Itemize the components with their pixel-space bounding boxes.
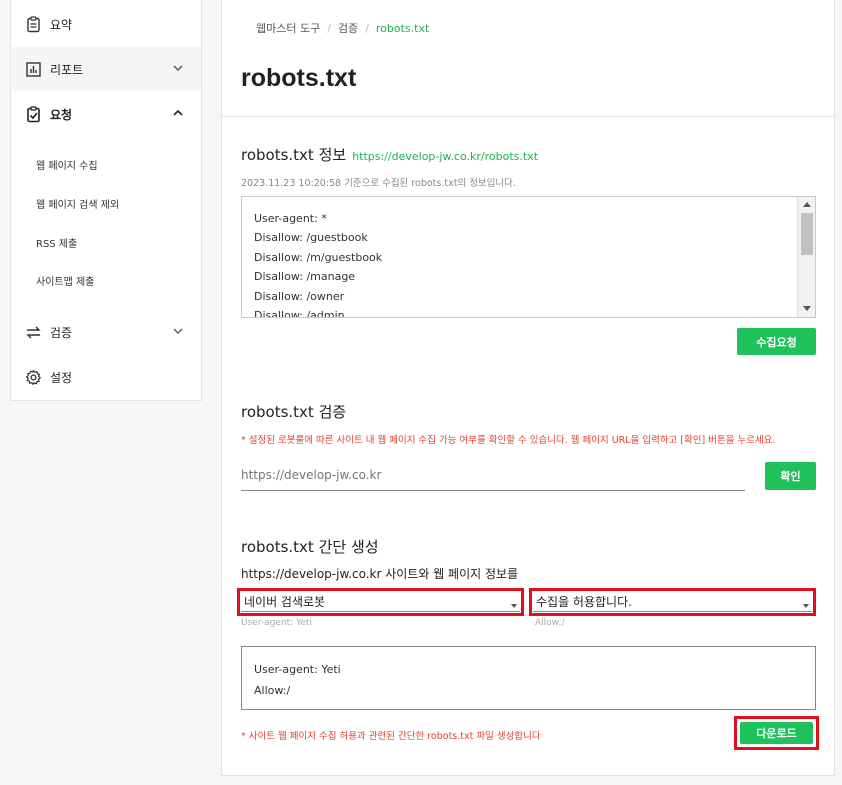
- verify-url-input[interactable]: [241, 460, 745, 491]
- sidebar-item-report[interactable]: 리포트: [11, 47, 201, 91]
- sidebar-item-label: 검증: [50, 325, 73, 340]
- generated-lines: User-agent: Yeti Allow:/: [254, 659, 341, 701]
- collect-request-button[interactable]: 수집요청: [737, 328, 816, 355]
- generate-description: https://develop-jw.co.kr 사이트와 웹 페이지 정보를: [241, 567, 519, 581]
- robots-content-box[interactable]: User-agent: * Disallow: /guestbook Disal…: [241, 196, 816, 318]
- robots-line: Disallow: /m/guestbook: [254, 250, 383, 264]
- robots-url-link[interactable]: https://develop-jw.co.kr/robots.txt: [352, 150, 538, 163]
- info-section-title: robots.txt 정보 https://develop-jw.co.kr/ro…: [241, 144, 538, 165]
- clipboard-check-icon: [25, 105, 42, 123]
- download-highlight: 다운로드: [734, 716, 819, 750]
- download-button[interactable]: 다운로드: [740, 722, 813, 744]
- generate-warning: * 사이트 웹 페이지 수집 허용과 관련된 간단한 robots.txt 파일…: [241, 731, 541, 742]
- main-panel: 웹마스터 도구 / 검증 / robots.txt robots.txt robots.…: [221, 0, 835, 776]
- verify-warning: * 설정된 로봇룰에 따른 사이트 내 웹 페이지 수집 가능 여부를 확인할 …: [241, 435, 776, 446]
- robots-line: Disallow: /manage: [254, 270, 356, 284]
- sidebar-item-summary[interactable]: 요약: [11, 2, 201, 46]
- dropdown-arrow-icon: [803, 604, 809, 608]
- robots-line: User-agent: *: [254, 212, 327, 225]
- breadcrumb-current: robots.txt: [375, 22, 430, 35]
- chevron-down-icon: [173, 328, 183, 334]
- info-meta: 2023.11.23 10:20:58 기준으로 수집된 robots.txt의…: [241, 178, 516, 189]
- dropdown-arrow-icon: [511, 604, 517, 608]
- verify-section-title: robots.txt 검증: [241, 403, 347, 421]
- robots-line: Disallow: /guestbook: [254, 231, 368, 245]
- robots-scrollbar[interactable]: [797, 197, 815, 317]
- robots-line: Disallow: /owner: [254, 289, 345, 303]
- swap-arrows-icon: [25, 324, 42, 341]
- allow-select-value: 수집을 허용합니다.: [533, 592, 812, 612]
- sidebar-item-verify[interactable]: 검증: [11, 310, 201, 354]
- generated-line: User-agent: Yeti: [254, 663, 341, 676]
- sidebar-item-label: 리포트: [50, 62, 84, 77]
- sidebar-item-label: 설정: [50, 370, 73, 385]
- robot-select-value: 네이버 검색로봇: [241, 592, 520, 612]
- breadcrumb-root[interactable]: 웹마스터 도구: [256, 22, 320, 35]
- clipboard-icon: [25, 15, 42, 33]
- header-divider: [222, 116, 834, 117]
- page-title: robots.txt: [241, 64, 357, 92]
- sidebar-subitem-web-page-collect[interactable]: 웹 페이지 수집: [36, 157, 98, 172]
- scroll-up-arrow-icon[interactable]: [803, 202, 811, 207]
- allow-select[interactable]: 수집을 허용합니다.: [529, 588, 816, 616]
- generated-line: Allow:/: [254, 684, 291, 697]
- generated-robots-box[interactable]: User-agent: Yeti Allow:/: [241, 646, 816, 710]
- chevron-down-icon: [173, 65, 183, 71]
- chevron-up-icon: [173, 109, 183, 116]
- robots-content-lines: User-agent: * Disallow: /guestbook Disal…: [254, 209, 383, 318]
- sidebar: 요약 리포트 요청 웹 페이지 수집 웹 페이지 검색 제외 RSS 제출 사이…: [10, 0, 202, 401]
- bar-chart-icon: [25, 61, 42, 78]
- breadcrumb-middle[interactable]: 검증: [338, 22, 358, 35]
- breadcrumb: 웹마스터 도구 / 검증 / robots.txt: [256, 20, 429, 36]
- scroll-thumb[interactable]: [801, 213, 813, 255]
- sidebar-subitem-web-page-exclude[interactable]: 웹 페이지 검색 제외: [36, 196, 119, 211]
- robots-line: Disallow: /admin: [254, 309, 345, 318]
- breadcrumb-separator: /: [327, 22, 331, 35]
- breadcrumb-separator: /: [365, 22, 369, 35]
- scroll-down-arrow-icon[interactable]: [803, 306, 811, 311]
- allow-select-hint: Allow:/: [535, 618, 565, 628]
- robot-select[interactable]: 네이버 검색로봇: [237, 588, 524, 616]
- sidebar-item-label: 요약: [50, 17, 73, 32]
- verify-confirm-button[interactable]: 확인: [765, 462, 816, 490]
- sidebar-subitem-rss-submit[interactable]: RSS 제출: [36, 235, 77, 250]
- info-title: robots.txt 정보: [241, 146, 347, 164]
- sidebar-item-request[interactable]: 요청: [11, 92, 201, 136]
- sidebar-subitem-sitemap-submit[interactable]: 사이트맵 제출: [36, 273, 94, 288]
- sidebar-item-label: 요청: [50, 107, 73, 122]
- robot-select-hint: User-agent: Yeti: [241, 618, 312, 628]
- generate-section-title: robots.txt 간단 생성: [241, 538, 379, 556]
- sidebar-item-settings[interactable]: 설정: [11, 355, 201, 399]
- gear-icon: [25, 369, 42, 386]
